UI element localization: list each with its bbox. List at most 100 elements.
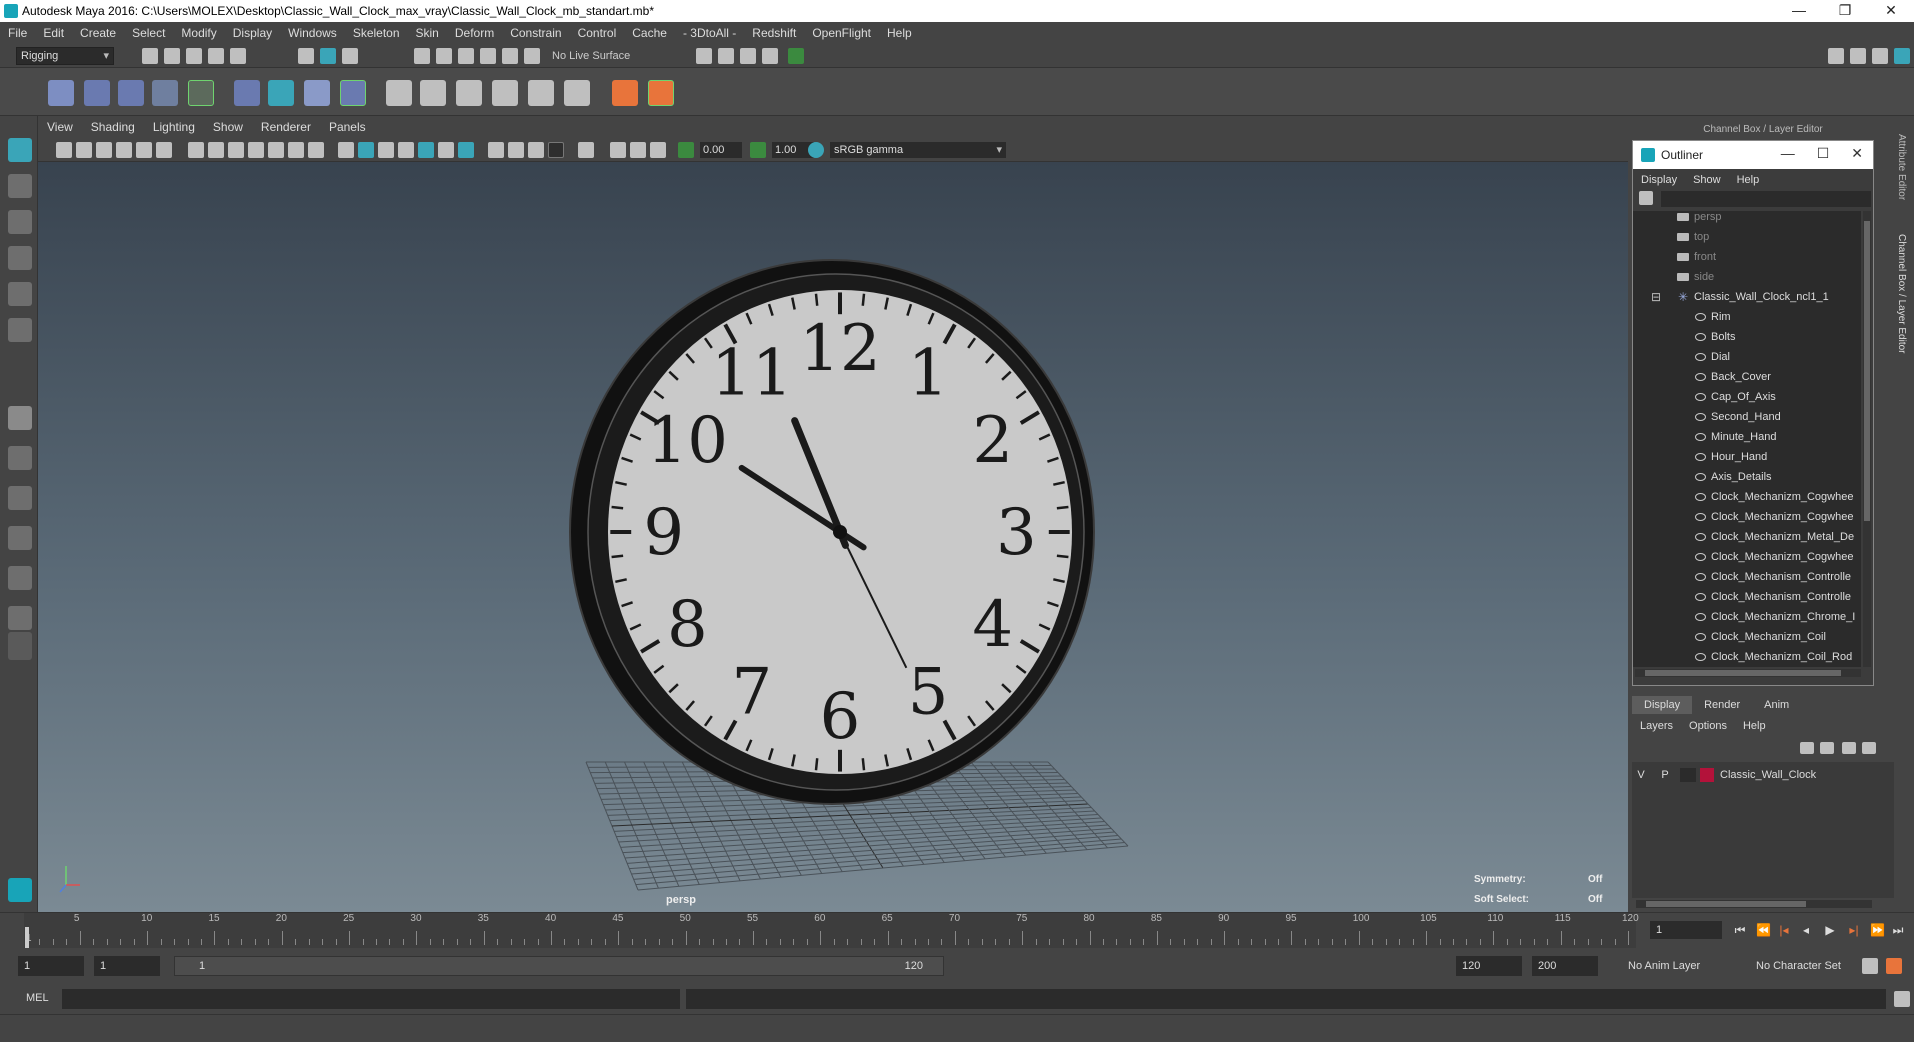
xray-icon[interactable] bbox=[610, 142, 626, 158]
layer-tab-anim[interactable]: Anim bbox=[1752, 696, 1801, 714]
xray-components-icon[interactable] bbox=[650, 142, 666, 158]
outliner-item[interactable]: Back_Cover bbox=[1695, 367, 1771, 387]
menu-skeleton[interactable]: Skeleton bbox=[345, 26, 408, 40]
vp-menu-show[interactable]: Show bbox=[204, 120, 252, 134]
outliner-search-input[interactable] bbox=[1661, 191, 1871, 207]
command-input[interactable] bbox=[62, 989, 680, 1009]
exposure-input[interactable]: 0.00 bbox=[700, 142, 742, 158]
camera-select-icon[interactable] bbox=[56, 142, 72, 158]
command-language-label[interactable]: MEL bbox=[26, 992, 49, 1004]
vp-menu-shading[interactable]: Shading bbox=[82, 120, 144, 134]
ik-handle-icon[interactable] bbox=[84, 80, 110, 106]
step-back-key-button[interactable]: ⏪ bbox=[1756, 923, 1771, 937]
image-plane-icon[interactable] bbox=[116, 142, 132, 158]
move-tool-icon[interactable] bbox=[8, 246, 32, 270]
menu-select[interactable]: Select bbox=[124, 26, 173, 40]
use-all-lights-icon[interactable] bbox=[438, 142, 454, 158]
ik-spline-icon[interactable] bbox=[118, 80, 144, 106]
menu-help[interactable]: Help bbox=[879, 26, 920, 40]
menu-redshift[interactable]: Redshift bbox=[744, 26, 804, 40]
animation-prefs-icon[interactable] bbox=[1886, 958, 1902, 974]
select-tool-icon[interactable] bbox=[8, 138, 32, 162]
move-layer-up-icon[interactable] bbox=[1800, 742, 1814, 754]
outliner-menu-display[interactable]: Display bbox=[1633, 174, 1685, 186]
menu-openflight[interactable]: OpenFlight bbox=[804, 26, 879, 40]
animation-start-input[interactable]: 1 bbox=[18, 956, 84, 976]
screen-space-ao-icon[interactable] bbox=[488, 142, 504, 158]
outliner-maximize-button[interactable]: ☐ bbox=[1817, 145, 1830, 162]
layer-menu-help[interactable]: Help bbox=[1735, 720, 1774, 732]
view-transform-dropdown[interactable]: sRGB gamma bbox=[830, 142, 1006, 158]
go-to-start-button[interactable]: ⏮ bbox=[1734, 923, 1746, 937]
play-backwards-button[interactable]: ◂ bbox=[1800, 923, 1812, 937]
layer-name[interactable]: Classic_Wall_Clock bbox=[1720, 769, 1816, 781]
outliner-item[interactable]: Clock_Mechanizm_Cogwhee bbox=[1695, 487, 1853, 507]
select-hierarchy-icon[interactable] bbox=[298, 48, 314, 64]
expand-collapse-icon[interactable]: ⊟ bbox=[1651, 287, 1661, 307]
outliner-item[interactable]: ✳ Classic_Wall_Clock_ncl1_1 bbox=[1677, 287, 1829, 307]
resolution-gate-icon[interactable] bbox=[228, 142, 244, 158]
viewport-persp[interactable]: 12 1 2 3 4 5 6 7 8 9 10 11 persp Symmetry: Off Soft… bbox=[38, 162, 1628, 912]
channel-box-toggle-icon[interactable] bbox=[1850, 48, 1866, 64]
playback-end-input[interactable]: 120 bbox=[1456, 956, 1522, 976]
safe-title-icon[interactable] bbox=[308, 142, 324, 158]
range-slider-bar[interactable]: 1 120 bbox=[174, 956, 944, 976]
outliner-toggle-icon[interactable] bbox=[1872, 48, 1888, 64]
parent-constraint-icon[interactable] bbox=[528, 80, 554, 106]
layer-reference-toggle[interactable] bbox=[1680, 768, 1696, 782]
vp-menu-lighting[interactable]: Lighting bbox=[144, 120, 204, 134]
snap-curve-icon[interactable] bbox=[436, 48, 452, 64]
outliner-filter-icon[interactable] bbox=[1639, 191, 1653, 205]
live-surface-label[interactable]: No Live Surface bbox=[552, 47, 662, 65]
bind-skin-icon[interactable] bbox=[234, 80, 260, 106]
timeline-track[interactable]: 1 51015202530354045505560657075808590951… bbox=[24, 913, 1639, 949]
snap-together-icon[interactable] bbox=[524, 48, 540, 64]
auto-key-icon[interactable] bbox=[1862, 958, 1878, 974]
render-frame-icon[interactable] bbox=[696, 48, 712, 64]
vp-menu-view[interactable]: View bbox=[38, 120, 82, 134]
exposure-icon[interactable] bbox=[678, 142, 694, 158]
xray-joints-icon[interactable] bbox=[630, 142, 646, 158]
step-forward-key-button[interactable]: ⏩ bbox=[1870, 923, 1885, 937]
maya-home-icon[interactable] bbox=[8, 878, 32, 902]
outliner-menu-show[interactable]: Show bbox=[1685, 174, 1729, 186]
anti-aliasing-icon[interactable] bbox=[528, 142, 544, 158]
outliner-item[interactable]: Clock_Mechanizm_Metal_De bbox=[1695, 527, 1854, 547]
vp-menu-panels[interactable]: Panels bbox=[320, 120, 375, 134]
new-layer-icon[interactable] bbox=[1842, 742, 1856, 754]
menu-create[interactable]: Create bbox=[72, 26, 124, 40]
snap-grid-icon[interactable] bbox=[414, 48, 430, 64]
depth-of-field-icon[interactable] bbox=[548, 142, 564, 158]
layer-visibility-toggle[interactable]: V bbox=[1632, 769, 1650, 781]
four-pane-layout-icon[interactable] bbox=[8, 446, 32, 470]
scale-tool-icon[interactable] bbox=[8, 318, 32, 342]
select-object-icon[interactable] bbox=[320, 48, 336, 64]
grid-toggle-icon[interactable] bbox=[188, 142, 204, 158]
graph-layout-icon[interactable] bbox=[8, 566, 32, 590]
vp-menu-renderer[interactable]: Renderer bbox=[252, 120, 320, 134]
default-material-icon[interactable] bbox=[378, 142, 394, 158]
menu-display[interactable]: Display bbox=[225, 26, 280, 40]
cluster-icon[interactable] bbox=[340, 80, 366, 106]
render-view-icon[interactable] bbox=[788, 48, 804, 64]
step-back-frame-button[interactable]: |◂ bbox=[1778, 923, 1790, 937]
outliner-item[interactable]: Rim bbox=[1695, 307, 1731, 327]
motion-blur-icon[interactable] bbox=[508, 142, 524, 158]
outliner-menu-help[interactable]: Help bbox=[1729, 174, 1768, 186]
wireframe-icon[interactable] bbox=[338, 142, 354, 158]
safe-action-icon[interactable] bbox=[288, 142, 304, 158]
snap-surface-icon[interactable] bbox=[502, 48, 518, 64]
layer-row[interactable]: V P Classic_Wall_Clock bbox=[1632, 766, 1894, 784]
outliner-item[interactable]: top bbox=[1677, 227, 1709, 247]
tool-settings-icon[interactable] bbox=[1894, 48, 1910, 64]
animation-end-input[interactable]: 200 bbox=[1532, 956, 1598, 976]
outliner-item[interactable]: Clock_Mechanizm_Chrome_I bbox=[1695, 607, 1855, 627]
menu-cache[interactable]: Cache bbox=[624, 26, 675, 40]
textured-icon[interactable] bbox=[418, 142, 434, 158]
2d-pan-zoom-icon[interactable] bbox=[136, 142, 152, 158]
outliner-item[interactable]: Clock_Mechanizm_Coil bbox=[1695, 627, 1826, 647]
close-button[interactable]: ✕ bbox=[1868, 0, 1914, 22]
outliner-item[interactable]: Clock_Mechanism_Controlle bbox=[1695, 567, 1851, 587]
wireframe-on-shaded-icon[interactable] bbox=[398, 142, 414, 158]
redo-icon[interactable] bbox=[230, 48, 246, 64]
